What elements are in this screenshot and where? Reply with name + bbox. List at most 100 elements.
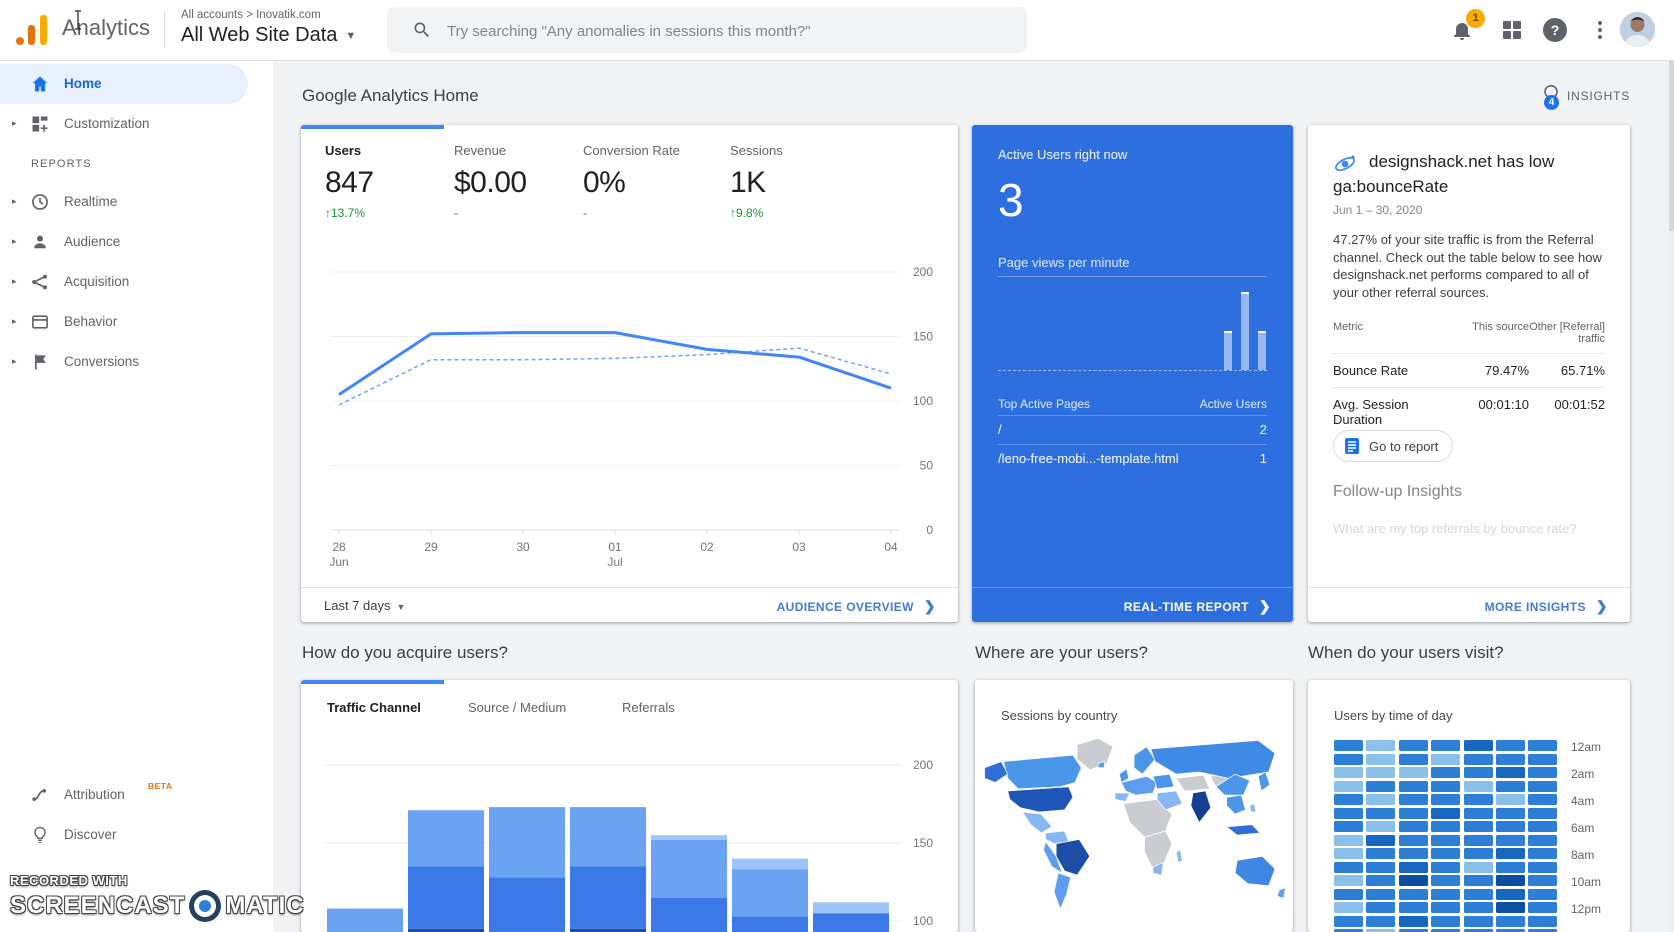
heatmap-cell xyxy=(1431,835,1460,846)
heatmap-cell xyxy=(1528,767,1557,778)
go-to-report-button[interactable]: Go to report xyxy=(1333,430,1453,462)
heatmap-cell xyxy=(1366,740,1395,751)
property-switcher[interactable]: All Web Site Data▼ xyxy=(181,24,356,47)
sidebar-item-customization[interactable]: ▸Customization xyxy=(0,104,273,144)
insight-this-source-value: 79.47% xyxy=(1441,363,1529,378)
insight-body-text: 47.27% of your site traffic is from the … xyxy=(1333,231,1609,301)
heatmap-cell xyxy=(1464,916,1493,927)
screencast-logo-icon xyxy=(189,890,221,922)
heatmap-cell xyxy=(1334,916,1363,927)
sidebar-nav: Home▸CustomizationREPORTS▸Realtime▸Audie… xyxy=(0,61,273,932)
heatmap-row-label: 8am xyxy=(1571,848,1594,862)
heatmap-cell xyxy=(1431,740,1460,751)
tab-source-medium[interactable]: Source / Medium xyxy=(468,700,566,715)
heatmap-cell xyxy=(1399,767,1428,778)
heatmap-cell xyxy=(1496,862,1525,873)
analytics-logo-icon[interactable] xyxy=(16,15,50,45)
metric-delta: - xyxy=(454,206,527,220)
user-avatar[interactable] xyxy=(1620,12,1655,47)
heatmap-cell xyxy=(1528,835,1557,846)
metric-revenue[interactable]: Revenue$0.00- xyxy=(454,143,527,220)
attribution-icon xyxy=(30,785,50,805)
conversions-icon xyxy=(30,352,50,372)
followup-insights-title: Follow-up Insights xyxy=(1333,483,1462,501)
heatmap-cell xyxy=(1366,781,1395,792)
heatmap-cell xyxy=(1496,916,1525,927)
chevron-right-icon: ❯ xyxy=(1259,598,1271,614)
google-apps-grid-icon[interactable] xyxy=(1500,18,1524,42)
heatmap-cell xyxy=(1496,875,1525,886)
sidebar-item-acquisition[interactable]: ▸Acquisition xyxy=(0,262,273,302)
active-pages-header: Top Active PagesActive Users xyxy=(998,397,1267,411)
heatmap-cell xyxy=(1496,794,1525,805)
svg-text:150: 150 xyxy=(913,836,933,850)
tab-referrals[interactable]: Referrals xyxy=(622,700,675,715)
sidebar-item-label: Realtime xyxy=(64,194,117,209)
heatmap-cell xyxy=(1399,875,1428,886)
breadcrumb[interactable]: All accounts > Inovatik.com xyxy=(181,9,321,21)
sidebar-item-label: Conversions xyxy=(64,354,139,369)
metric-label: Conversion Rate xyxy=(583,143,680,158)
realtime-report-link[interactable]: REAL-TIME REPORT❯ xyxy=(1124,598,1271,615)
expand-caret-icon[interactable]: ▸ xyxy=(12,196,17,207)
notification-badge: 1 xyxy=(1466,9,1485,28)
sidebar-item-conversions[interactable]: ▸ Conversions xyxy=(0,342,273,382)
sidebar-item-audience[interactable]: ▸Audience xyxy=(0,222,273,262)
tab-traffic-channel[interactable]: Traffic Channel xyxy=(327,700,421,715)
heatmap-cell xyxy=(1334,794,1363,805)
acquisition-card: Traffic ChannelSource / MediumReferrals … xyxy=(301,680,958,932)
expand-caret-icon[interactable]: ▸ xyxy=(12,118,17,129)
more-insights-link[interactable]: MORE INSIGHTS❯ xyxy=(1485,598,1608,615)
heatmap-cell xyxy=(1334,808,1363,819)
expand-caret-icon[interactable]: ▸ xyxy=(12,276,17,287)
heatmap-cell xyxy=(1431,808,1460,819)
audience-overview-link[interactable]: AUDIENCE OVERVIEW❯ xyxy=(777,598,936,615)
sidebar-item-attribution[interactable]: AttributionBETA xyxy=(0,775,273,815)
heatmap-row-label: 4am xyxy=(1571,794,1594,808)
expand-caret-icon[interactable]: ▸ xyxy=(12,236,17,247)
date-range-select[interactable]: Last 7 days▼ xyxy=(324,598,405,613)
followup-question-faded: What are my top referrals by bounce rate… xyxy=(1333,521,1577,536)
heatmap-cell xyxy=(1431,889,1460,900)
search-input[interactable] xyxy=(445,7,1009,55)
metric-delta: ↑13.7% xyxy=(325,206,374,220)
acquisition-icon xyxy=(30,272,50,292)
insight-card-footer: MORE INSIGHTS❯ xyxy=(1308,587,1630,623)
heatmap-cell xyxy=(1399,808,1428,819)
sidebar-item-home[interactable]: Home xyxy=(0,64,248,104)
sidebar-item-label: Behavior xyxy=(64,314,117,329)
report-doc-icon xyxy=(1344,438,1360,454)
sidebar-item-discover[interactable]: Discover xyxy=(0,815,273,855)
heatmap-cell xyxy=(1528,875,1557,886)
svg-text:150: 150 xyxy=(913,330,933,344)
expand-caret-icon[interactable]: ▸ xyxy=(12,356,17,367)
metric-users[interactable]: Users847↑13.7% xyxy=(325,143,374,220)
heatmap-cell xyxy=(1366,835,1395,846)
heatmap-cell xyxy=(1528,916,1557,927)
heatmap-cell xyxy=(1366,808,1395,819)
expand-caret-icon[interactable]: ▸ xyxy=(12,316,17,327)
scrollbar-thumb[interactable] xyxy=(1669,61,1674,231)
kebab-menu-icon[interactable] xyxy=(1588,18,1612,42)
pageviews-label: Page views per minute xyxy=(998,255,1130,270)
heatmap-cell xyxy=(1464,889,1493,900)
metric-value: 0% xyxy=(583,166,680,200)
heatmap-cell xyxy=(1464,808,1493,819)
mouse-text-cursor xyxy=(72,10,84,30)
help-icon[interactable]: ? xyxy=(1543,18,1567,42)
svg-text:100: 100 xyxy=(913,914,933,928)
heatmap-cell xyxy=(1528,862,1557,873)
sidebar-item-realtime[interactable]: ▸ Realtime xyxy=(0,182,273,222)
heatmap-cell xyxy=(1334,767,1363,778)
insight-metric-name: Bounce Rate xyxy=(1333,363,1441,378)
heatmap-cell xyxy=(1496,889,1525,900)
heatmap-cell xyxy=(1464,781,1493,792)
sidebar-item-behavior[interactable]: ▸ Behavior xyxy=(0,302,273,342)
search-bar[interactable] xyxy=(387,7,1027,53)
metric-conversion-rate[interactable]: Conversion Rate0%- xyxy=(583,143,680,220)
heatmap-card: Users by time of day 12am2am4am6am8am10a… xyxy=(1308,680,1630,932)
metric-sessions[interactable]: Sessions1K↑9.8% xyxy=(730,143,783,220)
insight-table: MetricThis sourceOther [Referral] traffi… xyxy=(1333,321,1605,436)
section-title-acquire: How do you acquire users? xyxy=(302,643,508,663)
heatmap-cell xyxy=(1431,862,1460,873)
